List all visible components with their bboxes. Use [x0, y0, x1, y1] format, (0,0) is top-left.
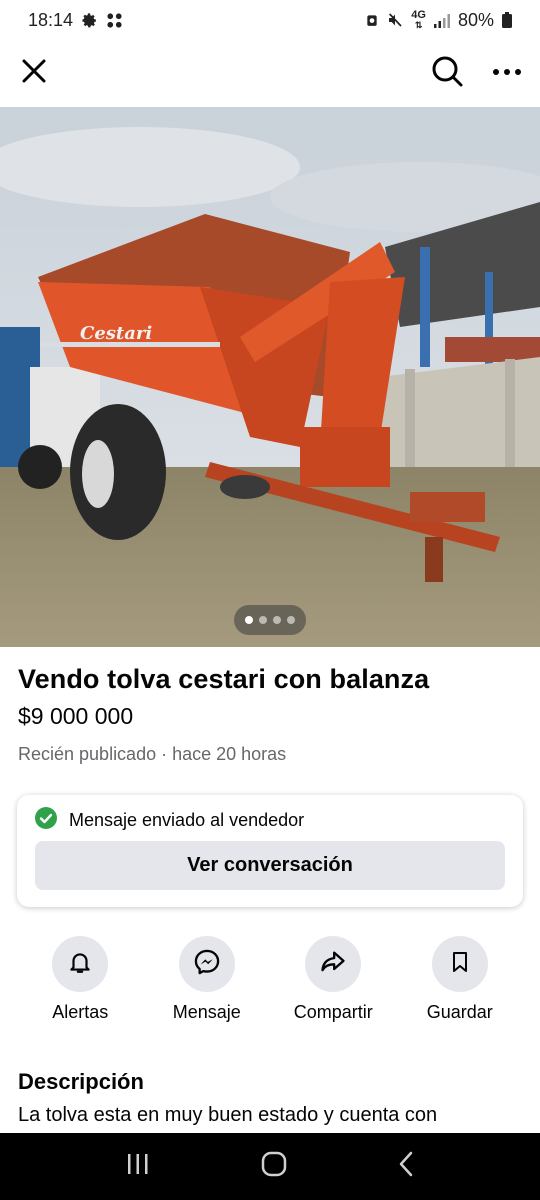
bookmark-icon [448, 949, 472, 980]
listing-price: $9 000 000 [18, 703, 134, 729]
alarm-icon [365, 12, 379, 28]
action-bar: Alertas Mensaje Compartir Guardar [0, 936, 540, 1023]
status-bar: 18:14 4G ⇅ 80% [0, 0, 540, 40]
check-circle-icon [35, 807, 57, 834]
messenger-icon [193, 948, 221, 981]
cart-brand-text: Cestari [80, 323, 152, 344]
network-icon: 4G ⇅ [411, 9, 426, 31]
signal-icon [433, 13, 450, 28]
message-circle[interactable] [178, 936, 235, 992]
search-icon[interactable] [430, 54, 464, 93]
message-card: Mensaje enviado al vendedor Ver conversa… [17, 795, 523, 907]
battery-icon [502, 12, 512, 28]
status-time: 18:14 [28, 9, 74, 30]
network-label: 4G [411, 9, 426, 21]
pager-dot[interactable] [259, 616, 267, 624]
save-circle[interactable] [431, 936, 488, 992]
recents-icon[interactable] [126, 1153, 150, 1180]
settings-icon [81, 12, 98, 29]
listing-title: Vendo tolva cestari con balanza [18, 664, 430, 694]
apps-icon [106, 12, 123, 29]
top-bar [0, 40, 540, 106]
save-label: Guardar [426, 1002, 493, 1022]
bell-icon [67, 949, 93, 980]
description-text: La tolva esta en muy buen estado y cuent… [18, 1104, 438, 1126]
photo-pager[interactable] [234, 605, 306, 635]
close-icon[interactable] [18, 55, 50, 92]
message-button[interactable]: Mensaje [144, 936, 271, 1023]
share-icon [319, 948, 347, 981]
home-icon[interactable] [261, 1151, 287, 1182]
pager-dot[interactable] [287, 616, 295, 624]
more-icon[interactable] [492, 64, 522, 82]
share-circle[interactable] [305, 936, 362, 992]
message-label: Mensaje [172, 1002, 241, 1022]
view-conversation-button[interactable]: Ver conversación [35, 841, 505, 890]
system-nav-bar [0, 1133, 540, 1200]
save-button[interactable]: Guardar [397, 936, 524, 1023]
pager-dot[interactable] [273, 616, 281, 624]
alerts-circle[interactable] [52, 936, 109, 992]
back-icon[interactable] [398, 1151, 414, 1182]
pager-dot[interactable] [245, 616, 253, 624]
share-button[interactable]: Compartir [270, 936, 397, 1023]
alerts-button[interactable]: Alertas [17, 936, 144, 1023]
battery-percent: 80% [457, 9, 494, 30]
message-status: Mensaje enviado al vendedor [69, 810, 305, 830]
description-heading: Descripción [18, 1069, 144, 1094]
alerts-label: Alertas [52, 1002, 109, 1022]
share-label: Compartir [293, 1002, 373, 1022]
listing-meta: Recién publicado · hace 20 horas [18, 744, 287, 764]
listing-photo[interactable]: Cestari [0, 107, 540, 647]
mute-icon [387, 12, 403, 28]
